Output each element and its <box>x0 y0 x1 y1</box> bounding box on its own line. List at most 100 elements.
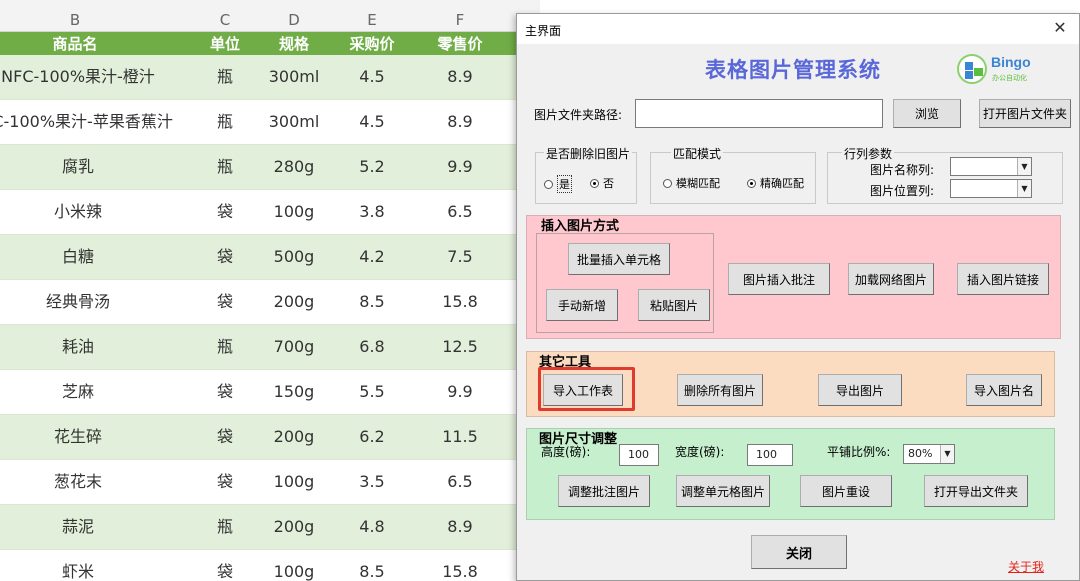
cell-purchase-price[interactable]: 6.2 <box>334 415 410 459</box>
cell-retail-price[interactable]: 15.8 <box>414 550 506 581</box>
import-image-names-button[interactable]: 导入图片名 <box>966 374 1042 406</box>
cell-retail-price[interactable]: 6.5 <box>414 190 506 234</box>
cell-spec[interactable]: 700g <box>254 325 334 369</box>
cell-retail-price[interactable]: 8.9 <box>414 505 506 549</box>
cell-product-name[interactable]: 花生碎 <box>0 415 176 459</box>
exact-match-radio[interactable]: 精确匹配 <box>747 175 804 191</box>
cell-retail-price[interactable]: 9.9 <box>414 145 506 189</box>
batch-insert-cell-button[interactable]: 批量插入单元格 <box>568 243 670 275</box>
cell-unit[interactable]: 瓶 <box>196 145 254 189</box>
close-icon[interactable]: ✕ <box>1049 17 1071 39</box>
cell-spec[interactable]: 200g <box>254 415 334 459</box>
cell-unit[interactable]: 袋 <box>196 550 254 581</box>
header-purchase-price[interactable]: 采购价 <box>334 32 410 55</box>
cell-unit[interactable]: 瓶 <box>196 505 254 549</box>
path-input[interactable] <box>635 99 883 128</box>
chevron-down-icon[interactable]: ▼ <box>1017 158 1031 175</box>
cell-purchase-price[interactable]: 5.5 <box>334 370 410 414</box>
column-letter-e[interactable]: E <box>334 0 410 32</box>
cell-product-name[interactable]: NFC-100%果汁-橙汁 <box>0 55 176 99</box>
cell-spec[interactable]: 150g <box>254 370 334 414</box>
cell-purchase-price[interactable]: 3.5 <box>334 460 410 504</box>
cell-spec[interactable]: 100g <box>254 550 334 581</box>
column-letter-c[interactable]: C <box>196 0 254 32</box>
close-button[interactable]: 关闭 <box>751 535 847 569</box>
header-product-name[interactable]: 商品名 <box>20 32 130 55</box>
cell-retail-price[interactable]: 15.8 <box>414 280 506 324</box>
cell-unit[interactable]: 袋 <box>196 460 254 504</box>
cell-purchase-price[interactable]: 8.5 <box>334 550 410 581</box>
cell-product-name[interactable]: 蒜泥 <box>0 505 176 549</box>
cell-spec[interactable]: 300ml <box>254 100 334 144</box>
header-spec[interactable]: 规格 <box>254 32 334 55</box>
tile-ratio-select[interactable]: 80% ▼ <box>903 444 955 464</box>
cell-retail-price[interactable]: 6.5 <box>414 460 506 504</box>
width-input[interactable]: 100 <box>747 444 793 466</box>
cell-product-name[interactable]: 葱花末 <box>0 460 176 504</box>
cell-spec[interactable]: 100g <box>254 190 334 234</box>
cell-product-name[interactable]: 经典骨汤 <box>0 280 176 324</box>
cell-retail-price[interactable]: 8.9 <box>414 100 506 144</box>
open-image-folder-button[interactable]: 打开图片文件夹 <box>979 99 1071 128</box>
cell-unit[interactable]: 瓶 <box>196 55 254 99</box>
cell-spec[interactable]: 200g <box>254 505 334 549</box>
about-link[interactable]: 关于我 <box>1008 558 1044 575</box>
chevron-down-icon[interactable]: ▼ <box>940 445 954 463</box>
paste-image-button[interactable]: 粘贴图片 <box>638 289 710 321</box>
cell-spec[interactable]: 280g <box>254 145 334 189</box>
cell-retail-price[interactable]: 12.5 <box>414 325 506 369</box>
cell-purchase-price[interactable]: 4.2 <box>334 235 410 279</box>
column-letter-d[interactable]: D <box>254 0 334 32</box>
adjust-cell-image-button[interactable]: 调整单元格图片 <box>676 475 770 507</box>
height-input[interactable]: 100 <box>619 444 659 466</box>
cell-purchase-price[interactable]: 6.8 <box>334 325 410 369</box>
cell-unit[interactable]: 袋 <box>196 190 254 234</box>
cell-purchase-price[interactable]: 4.5 <box>334 100 410 144</box>
cell-product-name[interactable]: 腐乳 <box>0 145 176 189</box>
insert-comment-image-button[interactable]: 图片插入批注 <box>728 263 830 295</box>
cell-purchase-price[interactable]: 8.5 <box>334 280 410 324</box>
cell-spec[interactable]: 100g <box>254 460 334 504</box>
delete-old-yes-radio[interactable]: 是 <box>544 175 572 193</box>
cell-retail-price[interactable]: 7.5 <box>414 235 506 279</box>
reset-image-button[interactable]: 图片重设 <box>800 475 892 507</box>
cell-product-name[interactable]: 白糖 <box>0 235 176 279</box>
cell-retail-price[interactable]: 8.9 <box>414 55 506 99</box>
manual-add-button[interactable]: 手动新增 <box>546 289 618 321</box>
cell-product-name[interactable]: 芝麻 <box>0 370 176 414</box>
export-images-button[interactable]: 导出图片 <box>818 374 902 406</box>
cell-unit[interactable]: 瓶 <box>196 325 254 369</box>
cell-unit[interactable]: 袋 <box>196 280 254 324</box>
cell-product-name[interactable]: 虾米 <box>0 550 176 581</box>
open-export-folder-button[interactable]: 打开导出文件夹 <box>924 475 1028 507</box>
delete-all-images-button[interactable]: 删除所有图片 <box>677 374 763 406</box>
cell-retail-price[interactable]: 9.9 <box>414 370 506 414</box>
cell-purchase-price[interactable]: 4.8 <box>334 505 410 549</box>
name-column-select[interactable]: ▼ <box>950 157 1032 176</box>
cell-purchase-price[interactable]: 4.5 <box>334 55 410 99</box>
header-unit[interactable]: 单位 <box>196 32 254 55</box>
chevron-down-icon[interactable]: ▼ <box>1017 180 1031 197</box>
fuzzy-match-radio[interactable]: 模糊匹配 <box>663 175 720 191</box>
cell-unit[interactable]: 袋 <box>196 235 254 279</box>
cell-product-name[interactable]: 耗油 <box>0 325 176 369</box>
column-letter-b[interactable]: B <box>20 0 130 32</box>
position-column-select[interactable]: ▼ <box>950 179 1032 198</box>
cell-purchase-price[interactable]: 5.2 <box>334 145 410 189</box>
cell-spec[interactable]: 200g <box>254 280 334 324</box>
header-retail-price[interactable]: 零售价 <box>414 32 506 55</box>
load-network-image-button[interactable]: 加载网络图片 <box>848 263 934 295</box>
cell-product-name[interactable]: 小米辣 <box>0 190 176 234</box>
insert-image-link-button[interactable]: 插入图片链接 <box>957 263 1049 295</box>
cell-unit[interactable]: 瓶 <box>196 100 254 144</box>
cell-spec[interactable]: 500g <box>254 235 334 279</box>
cell-unit[interactable]: 袋 <box>196 370 254 414</box>
cell-product-name[interactable]: FC-100%果汁-苹果香蕉汁 <box>0 100 176 144</box>
delete-old-no-radio[interactable]: 否 <box>590 175 614 191</box>
browse-button[interactable]: 浏览 <box>893 99 961 128</box>
cell-purchase-price[interactable]: 3.8 <box>334 190 410 234</box>
cell-unit[interactable]: 袋 <box>196 415 254 459</box>
column-letter-f[interactable]: F <box>414 0 506 32</box>
cell-retail-price[interactable]: 11.5 <box>414 415 506 459</box>
cell-spec[interactable]: 300ml <box>254 55 334 99</box>
